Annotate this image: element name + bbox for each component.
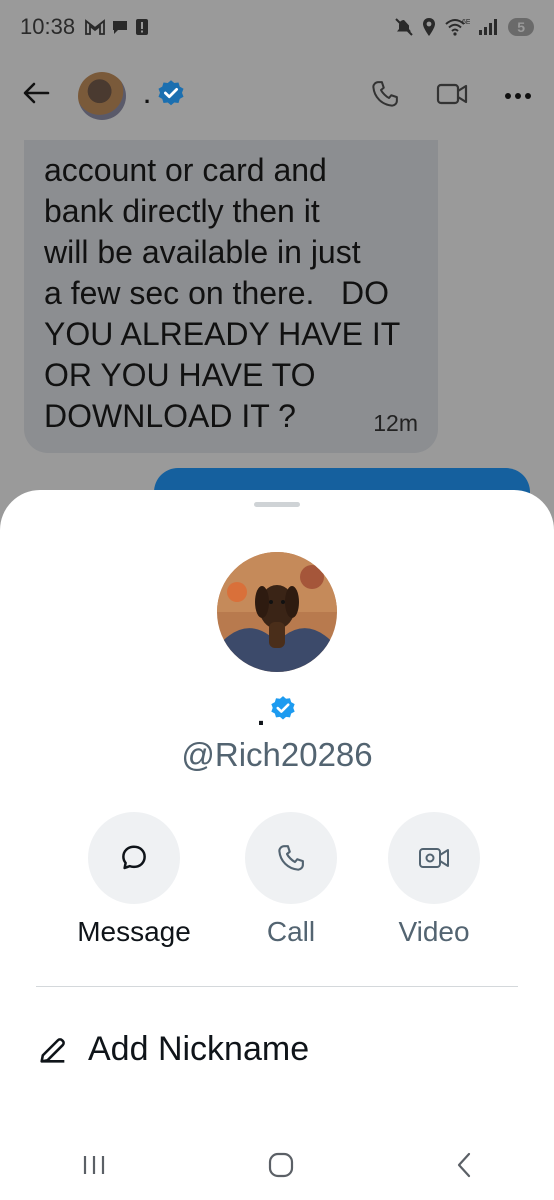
svg-text:6E: 6E xyxy=(462,19,470,26)
call-label: Call xyxy=(266,916,316,947)
chevron-left-icon xyxy=(458,1152,471,1177)
add-nickname-row[interactable]: Add Nickname xyxy=(36,1030,309,1069)
alert-icon xyxy=(136,19,149,35)
pencil-icon xyxy=(40,1037,65,1063)
call-button[interactable] xyxy=(245,812,337,904)
nav-back-button[interactable] xyxy=(455,1152,473,1183)
profile-bottom-sheet: . @Rich20286 Message Call Video Add Nick… xyxy=(0,490,554,1200)
mute-icon xyxy=(395,18,413,36)
call-action[interactable]: Call xyxy=(221,812,361,948)
video-icon xyxy=(419,848,449,868)
header-display-name[interactable]: . xyxy=(144,83,150,109)
video-icon xyxy=(436,83,468,104)
back-button[interactable] xyxy=(22,79,62,113)
chat-icon xyxy=(113,21,128,34)
header-video-button[interactable] xyxy=(436,81,468,112)
profile-handle: @Rich20286 xyxy=(181,736,373,773)
message-timestamp: 12m xyxy=(373,410,418,436)
message-icon xyxy=(122,845,146,870)
home-button[interactable] xyxy=(268,1152,294,1183)
recent-apps-button[interactable] xyxy=(81,1153,107,1182)
system-nav-bar xyxy=(0,1140,554,1194)
add-nickname-label: Add Nickname xyxy=(88,1030,310,1068)
message-text: account or card and bank directly then i… xyxy=(44,152,401,434)
header-avatar[interactable] xyxy=(78,72,126,120)
verified-badge-icon xyxy=(269,695,297,728)
video-label: Video xyxy=(398,916,470,947)
phone-icon xyxy=(372,80,398,107)
profile-name-row: . xyxy=(0,692,554,730)
home-icon xyxy=(268,1152,294,1177)
verified-badge-icon xyxy=(156,79,186,114)
message-label: Message xyxy=(77,916,191,947)
gmail-icon xyxy=(85,19,105,35)
battery-indicator: 5 xyxy=(508,18,534,36)
profile-display-name: . xyxy=(257,700,265,731)
video-button[interactable] xyxy=(388,812,480,904)
chat-header: . xyxy=(0,60,554,132)
divider xyxy=(36,986,518,987)
header-call-button[interactable] xyxy=(370,79,400,114)
profile-avatar[interactable] xyxy=(217,552,337,672)
location-icon xyxy=(423,18,436,36)
more-options-button[interactable] xyxy=(504,87,532,105)
received-message-bubble[interactable]: account or card and bank directly then i… xyxy=(24,140,438,453)
signal-icon xyxy=(479,19,498,35)
message-action[interactable]: Message xyxy=(64,812,204,948)
sheet-drag-handle[interactable] xyxy=(254,502,300,507)
arrow-left-icon xyxy=(23,82,50,104)
more-horizontal-icon xyxy=(505,93,531,99)
wifi-6e-icon: 6E xyxy=(445,19,470,36)
message-button[interactable] xyxy=(88,812,180,904)
recent-apps-icon xyxy=(83,1155,104,1174)
phone-icon xyxy=(278,845,304,871)
video-action[interactable]: Video xyxy=(364,812,504,948)
status-time: 10:38 xyxy=(20,14,76,39)
status-bar: 10:38 6E 5 xyxy=(0,0,554,54)
